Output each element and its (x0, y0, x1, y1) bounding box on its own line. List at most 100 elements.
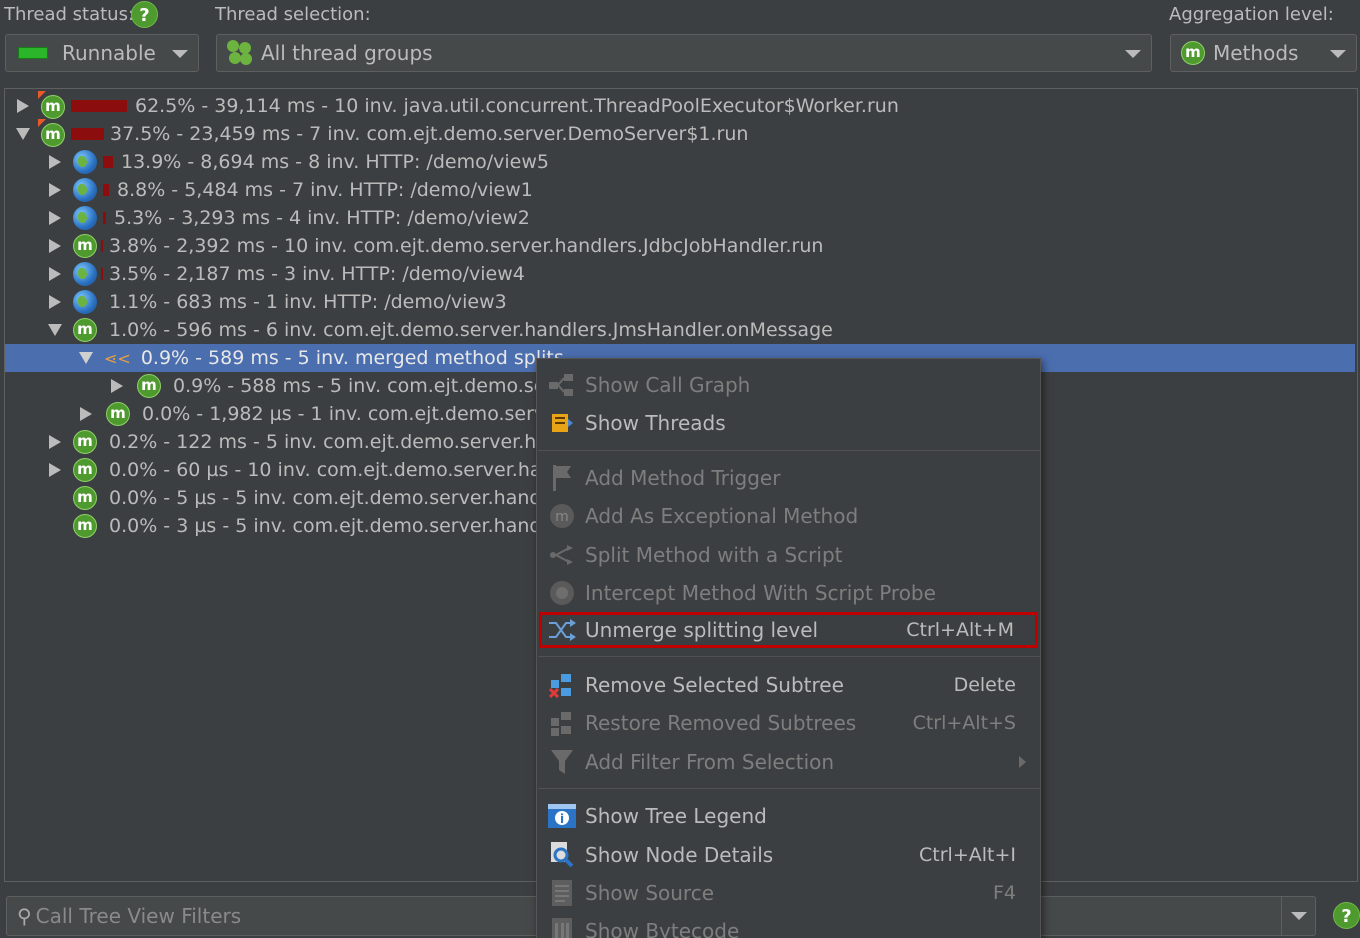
menu-item-unmerge-splitting-level[interactable]: Unmerge splitting level Ctrl+Alt+M (539, 612, 1038, 648)
tree-row[interactable]: 13.9% - 8,694 ms - 8 inv. HTTP: /demo/vi… (5, 148, 1355, 176)
menu-item-show-call-graph[interactable]: Show Call Graph (537, 367, 1040, 403)
tree-row[interactable]: m 37.5% - 23,459 ms - 7 inv. com.ejt.dem… (5, 118, 1355, 148)
menu-item-shortcut: Ctrl+Alt+I (919, 844, 1016, 866)
menu-item-label: Add As Exceptional Method (585, 504, 859, 528)
menu-item-label: Show Node Details (585, 843, 774, 867)
filter-dropdown-button[interactable] (1281, 897, 1315, 935)
menu-item-label: Show Call Graph (585, 373, 751, 397)
menu-item-label: Show Tree Legend (585, 804, 767, 828)
method-icon: m (137, 374, 161, 398)
menu-item-show-bytecode[interactable]: Show Bytecode (537, 913, 1040, 938)
menu-separator (538, 788, 1040, 789)
percentage-bar (103, 184, 109, 196)
tree-row[interactable]: 3.5% - 2,187 ms - 3 inv. HTTP: /demo/vie… (5, 260, 1355, 288)
method-icon: m (73, 514, 97, 538)
menu-item-show-tree-legend[interactable]: i Show Tree Legend (537, 798, 1040, 834)
tree-row-label: 5.3% - 3,293 ms - 4 inv. HTTP: /demo/vie… (114, 207, 530, 229)
menu-item-label: Show Source (585, 881, 715, 905)
thread-status-dropdown[interactable]: Runnable (5, 34, 199, 72)
tree-row[interactable]: 5.3% - 3,293 ms - 4 inv. HTTP: /demo/vie… (5, 204, 1355, 232)
menu-item-show-threads[interactable]: Show Threads (537, 405, 1040, 441)
menu-item-restore-subtrees[interactable]: Restore Removed Subtrees Ctrl+Alt+S (537, 705, 1040, 741)
svg-text:m: m (555, 509, 569, 525)
percentage-bar (103, 156, 113, 168)
menu-item-add-method-trigger[interactable]: Add Method Trigger (537, 460, 1040, 496)
percentage-bar (101, 268, 103, 280)
tree-row-label: 0.9% - 588 ms - 5 inv. com.ejt.demo.ser (173, 375, 554, 397)
split-icon: ⋖< (104, 348, 131, 368)
menu-separator (538, 450, 1040, 451)
menu-item-show-node-details[interactable]: Show Node Details Ctrl+Alt+I (537, 837, 1040, 873)
percentage-bar (101, 240, 103, 252)
method-icon: m (73, 458, 97, 482)
expand-arrow-icon[interactable] (47, 238, 63, 254)
collapse-arrow-icon[interactable] (78, 350, 94, 366)
globe-icon (73, 262, 97, 286)
tree-row[interactable]: m 62.5% - 39,114 ms - 10 inv. java.util.… (5, 90, 1355, 120)
collapse-arrow-icon[interactable] (47, 322, 63, 338)
globe-icon (73, 290, 97, 314)
expand-arrow-icon[interactable] (47, 182, 63, 198)
method-icon: m (73, 234, 97, 258)
globe-icon (73, 178, 97, 202)
help-icon[interactable]: ? (1333, 902, 1360, 929)
menu-item-add-exceptional-method[interactable]: m Add As Exceptional Method (537, 498, 1040, 534)
percentage-bar (71, 100, 127, 112)
menu-item-remove-subtree[interactable]: Remove Selected Subtree Delete (537, 667, 1040, 703)
expand-arrow-icon[interactable] (15, 98, 31, 114)
filter-icon (547, 747, 577, 777)
tree-row-label: 8.8% - 5,484 ms - 7 inv. HTTP: /demo/vie… (117, 179, 533, 201)
probe-icon (547, 578, 577, 608)
percentage-bar (71, 128, 104, 140)
method-icon: m (1181, 41, 1205, 65)
percentage-bar (103, 212, 106, 224)
menu-item-label: Restore Removed Subtrees (585, 711, 857, 735)
tree-row[interactable]: m 3.8% - 2,392 ms - 10 inv. com.ejt.demo… (5, 232, 1355, 260)
globe-icon (73, 206, 97, 230)
expand-arrow-icon[interactable] (109, 378, 125, 394)
chevron-down-icon (1330, 50, 1346, 58)
tree-row[interactable]: 8.8% - 5,484 ms - 7 inv. HTTP: /demo/vie… (5, 176, 1355, 204)
globe-icon (73, 150, 97, 174)
menu-item-add-filter[interactable]: Add Filter From Selection (537, 744, 1040, 780)
expand-arrow-icon[interactable] (47, 210, 63, 226)
menu-item-shortcut: Delete (953, 674, 1016, 696)
unmerge-icon (547, 615, 577, 645)
menu-item-label: Add Filter From Selection (585, 750, 835, 774)
help-icon[interactable]: ? (131, 1, 158, 28)
expand-arrow-icon[interactable] (47, 154, 63, 170)
collapse-arrow-icon[interactable] (15, 126, 31, 142)
expand-arrow-icon[interactable] (47, 462, 63, 478)
svg-text:i: i (560, 812, 564, 826)
menu-item-show-source[interactable]: Show Source F4 (537, 875, 1040, 911)
expand-arrow-icon[interactable] (47, 434, 63, 450)
menu-item-split-method[interactable]: Split Method with a Script (537, 537, 1040, 573)
source-file-icon (547, 878, 577, 908)
expand-arrow-icon[interactable] (47, 294, 63, 310)
tree-row-label: 62.5% - 39,114 ms - 10 inv. java.util.co… (135, 95, 899, 117)
expand-arrow-icon[interactable] (47, 266, 63, 282)
menu-item-label: Show Bytecode (585, 919, 740, 938)
aggregation-level-label: Aggregation level: (1169, 4, 1334, 25)
tree-row-label: 0.0% - 60 µs - 10 inv. com.ejt.demo.serv… (109, 459, 554, 481)
tree-row-label: 3.8% - 2,392 ms - 10 inv. com.ejt.demo.s… (109, 235, 824, 257)
chevron-down-icon (172, 50, 188, 58)
method-icon: m (73, 318, 97, 342)
menu-item-label: Intercept Method With Script Probe (585, 581, 936, 605)
menu-item-label: Show Threads (585, 411, 726, 435)
menu-separator (538, 656, 1040, 657)
thread-groups-icon (227, 40, 253, 66)
thread-selection-dropdown[interactable]: All thread groups (216, 34, 1152, 72)
thread-status-value: Runnable (62, 41, 156, 65)
aggregation-level-dropdown[interactable]: m Methods (1170, 34, 1357, 72)
method-icon: m (38, 90, 65, 119)
method-icon: m (73, 430, 97, 454)
menu-item-intercept-method[interactable]: Intercept Method With Script Probe (537, 575, 1040, 611)
method-icon: m (73, 486, 97, 510)
expand-arrow-icon[interactable] (78, 406, 94, 422)
tree-row[interactable]: 1.1% - 683 ms - 1 inv. HTTP: /demo/view3 (5, 288, 1355, 316)
tree-row[interactable]: m 1.0% - 596 ms - 6 inv. com.ejt.demo.se… (5, 316, 1355, 344)
remove-subtree-icon (547, 670, 577, 700)
context-menu: Show Call Graph Show Threads Add Method … (536, 358, 1041, 938)
info-icon: i (547, 801, 577, 831)
